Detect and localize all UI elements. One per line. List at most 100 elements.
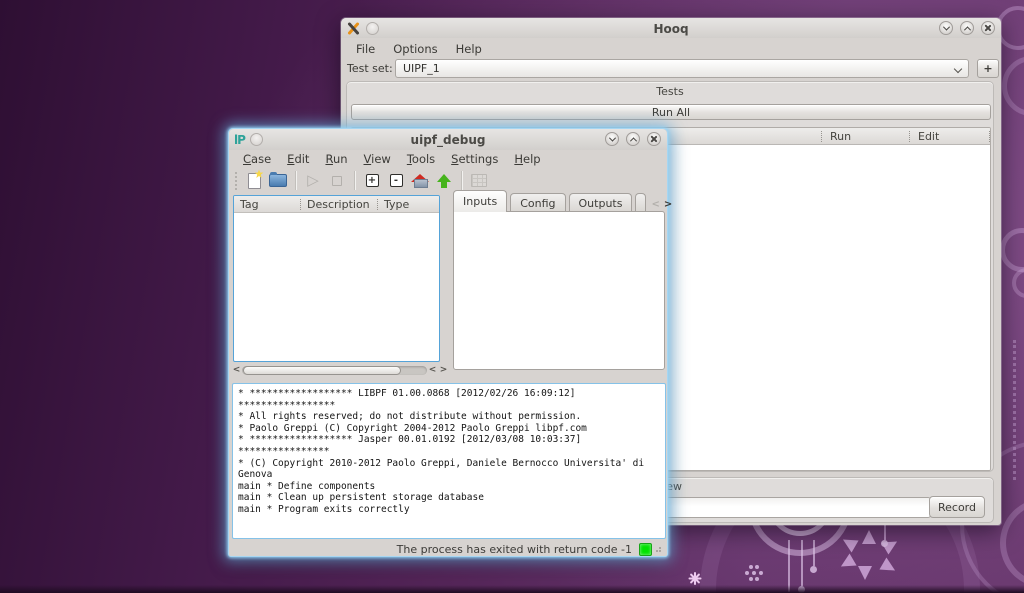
inputs-tab-panel[interactable] (453, 211, 665, 370)
horizontal-scrollbar[interactable]: < < > (231, 364, 449, 377)
wallpaper-dot-ornament (810, 566, 817, 573)
menu-help[interactable]: Help (447, 40, 491, 58)
open-folder-icon (269, 174, 287, 187)
toolbar-separator (295, 171, 296, 190)
test-set-combobox[interactable]: UIPF_1 (395, 59, 969, 78)
collapse-all-button[interactable]: - (384, 169, 408, 192)
wallpaper-sparkle-ornament (688, 572, 701, 585)
new-case-button[interactable] (242, 169, 266, 192)
run-all-button[interactable]: Run All (351, 104, 991, 120)
test-set-row: Test set: UIPF_1 + (341, 59, 1001, 79)
scroll-left-arrow-icon[interactable]: < (427, 364, 438, 377)
hooq-titlebar[interactable]: Hooq (341, 18, 1001, 38)
wallpaper-petal-ornament (862, 530, 876, 544)
tree-column-description[interactable]: Description (301, 196, 377, 212)
case-tree-panel[interactable]: Tag Description Type (233, 195, 440, 362)
toolbar-separator (461, 171, 462, 190)
tab-outputs[interactable]: Outputs (569, 193, 633, 212)
close-button[interactable] (647, 132, 661, 146)
menu-settings[interactable]: Settings (443, 150, 506, 168)
scrollbar-thumb[interactable] (243, 366, 401, 375)
desktop-wallpaper: Hooq File Options Help Test set: UIPF_1 … (0, 0, 1024, 593)
tab-messages[interactable]: Messa (635, 193, 646, 212)
status-message: The process has exited with return code … (397, 543, 632, 556)
debug-statusbar: The process has exited with return code … (229, 540, 667, 558)
menu-view[interactable]: View (356, 150, 399, 168)
minimize-button[interactable] (939, 21, 953, 35)
expand-all-button[interactable]: + (360, 169, 384, 192)
tests-column-edit[interactable]: Edit (910, 128, 989, 144)
menu-edit[interactable]: Edit (279, 150, 317, 168)
tree-header: Tag Description Type (234, 196, 439, 213)
wallpaper-ring-ornament (1002, 56, 1024, 116)
hooq-menubar: File Options Help (341, 40, 1001, 58)
debug-titlebar[interactable]: lP uipf_debug (229, 129, 667, 150)
menu-options[interactable]: Options (384, 40, 446, 58)
wallpaper-petal-ornament (879, 557, 898, 576)
close-button[interactable] (981, 21, 995, 35)
menu-help[interactable]: Help (506, 150, 548, 168)
minimize-button[interactable] (605, 132, 619, 146)
log-output-panel[interactable]: * ****************** LIBPF 01.00.0868 [2… (232, 383, 666, 539)
wallpaper-petal-ornament (837, 553, 856, 572)
home-button[interactable] (408, 169, 432, 192)
maximize-button[interactable] (626, 132, 640, 146)
chevron-down-icon (942, 23, 949, 30)
wallpaper-dotted-line-ornament (1013, 340, 1016, 480)
stop-button-disabled (325, 169, 349, 192)
wallpaper-flower-ornament (752, 571, 756, 575)
log-text: * ****************** LIBPF 01.00.0868 [2… (233, 384, 665, 520)
resize-grip[interactable] (656, 547, 661, 552)
tree-column-type[interactable]: Type (378, 196, 439, 212)
chevron-down-icon (954, 65, 962, 73)
tree-column-tag[interactable]: Tag (234, 196, 300, 212)
tests-column-run[interactable]: Run (822, 128, 909, 144)
home-icon (411, 173, 429, 189)
menu-run[interactable]: Run (317, 150, 355, 168)
debug-window-title: uipf_debug (229, 133, 667, 147)
wallpaper-petal-ornament (839, 533, 858, 552)
chevron-up-icon (963, 26, 970, 33)
toolbar-handle[interactable] (235, 172, 239, 190)
detail-tabs: Inputs Config Outputs Messa < > (453, 190, 665, 212)
add-test-set-button[interactable]: + (977, 59, 999, 78)
chevron-up-icon (629, 137, 636, 144)
uipf-debug-window: lP uipf_debug Case Edit Run View Tools S… (228, 128, 668, 557)
up-arrow-icon (436, 173, 452, 189)
toolbar-separator (354, 171, 355, 190)
scroll-left-arrow-icon[interactable]: < (231, 364, 242, 377)
tab-scroll-right-icon[interactable]: > (662, 199, 674, 212)
menu-tools[interactable]: Tools (399, 150, 443, 168)
menu-file[interactable]: File (347, 40, 384, 58)
calculator-grid-icon (471, 174, 487, 187)
scroll-right-arrow-icon[interactable]: > (438, 364, 449, 377)
hooq-window-title: Hooq (341, 22, 1001, 36)
tab-config[interactable]: Config (510, 193, 565, 212)
open-case-button[interactable] (266, 169, 290, 192)
scrollbar-track[interactable] (242, 366, 427, 375)
run-button-disabled: ▷ (301, 169, 325, 192)
stop-icon (332, 176, 342, 186)
chevron-down-icon (608, 134, 615, 141)
tab-inputs[interactable]: Inputs (453, 190, 507, 212)
wallpaper-dot-ornament (798, 586, 805, 593)
test-set-label: Test set: (347, 62, 393, 75)
wallpaper-line-ornament (788, 540, 790, 592)
status-led-icon (639, 543, 652, 556)
debug-menubar: Case Edit Run View Tools Settings Help (229, 150, 667, 168)
wallpaper-ring-ornament (1000, 228, 1024, 272)
new-document-icon (248, 173, 261, 189)
wallpaper-petal-ornament (858, 566, 872, 580)
calculate-button-disabled (467, 169, 491, 192)
menu-case[interactable]: Case (235, 150, 279, 168)
wallpaper-ring-ornament (1000, 498, 1024, 588)
upload-button[interactable] (432, 169, 456, 192)
star-icon (255, 170, 264, 179)
test-set-value: UIPF_1 (403, 62, 440, 75)
record-button[interactable]: Record (929, 496, 985, 518)
window-plus-icon: + (366, 174, 379, 187)
wallpaper-dot-ornament (881, 540, 888, 547)
maximize-button[interactable] (960, 21, 974, 35)
play-icon: ▷ (307, 173, 319, 188)
window-minus-icon: - (390, 174, 403, 187)
